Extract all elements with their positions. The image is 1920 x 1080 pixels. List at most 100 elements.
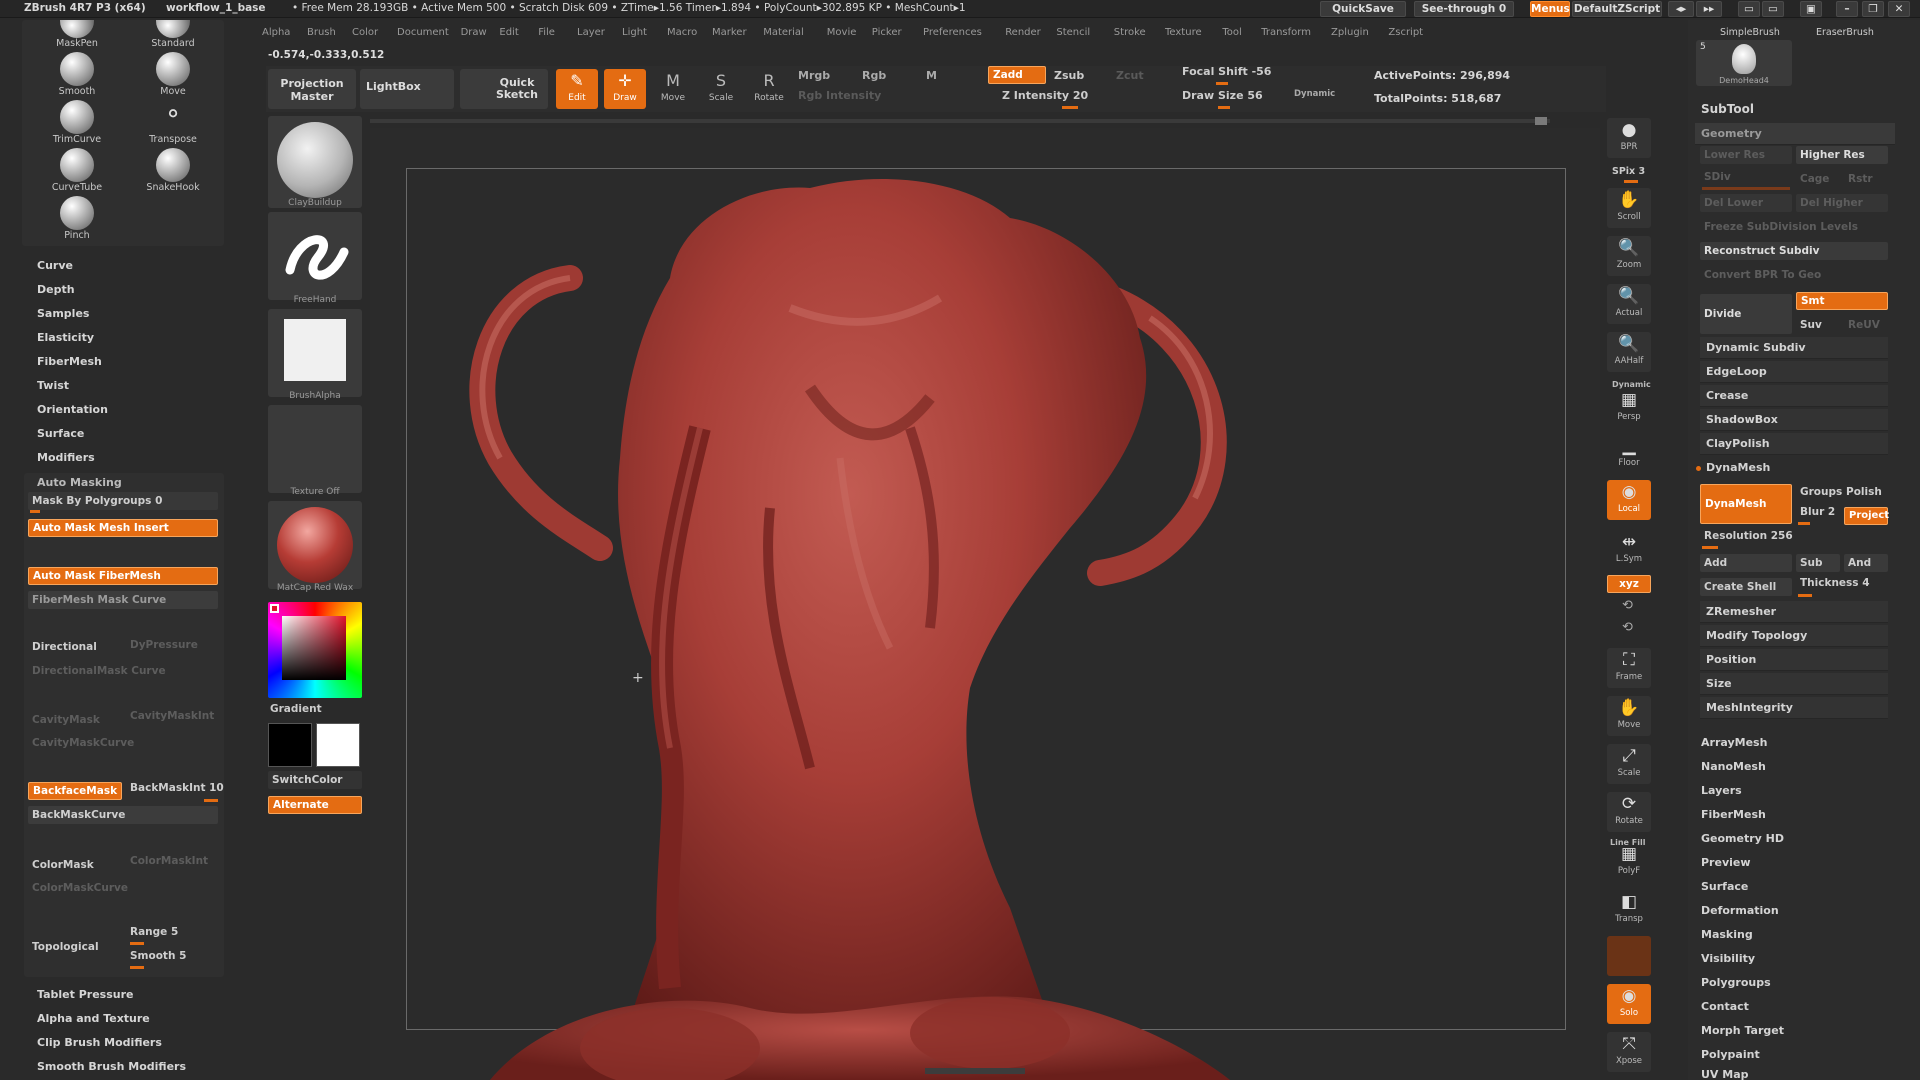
freeze-subdivision-button[interactable]: Freeze SubDivision Levels: [1700, 218, 1888, 236]
rgb-intensity-slider[interactable]: Rgb Intensity: [798, 89, 881, 102]
menu-macro[interactable]: Macro: [667, 27, 697, 38]
layout-b-icon[interactable]: ▭: [1762, 1, 1784, 17]
backmask-curve[interactable]: BackMaskCurve: [28, 806, 218, 824]
colormask-toggle[interactable]: ColorMask: [28, 856, 124, 874]
canvas-area[interactable]: +: [370, 128, 1600, 1080]
top-scrollbar[interactable]: [370, 119, 1550, 123]
auto-masking-header[interactable]: Auto Masking: [37, 476, 122, 489]
edit-button[interactable]: ✎ Edit: [556, 69, 598, 109]
maximize-icon[interactable]: ❐: [1862, 1, 1884, 17]
color-picker-wheel[interactable]: [268, 602, 362, 698]
default-zscript-button[interactable]: DefaultZScript: [1572, 1, 1662, 17]
menu-smooth-brush-modifiers[interactable]: Smooth Brush Modifiers: [37, 1060, 186, 1073]
polyf-button[interactable]: ▦ PolyF: [1607, 842, 1651, 882]
main-color-swatch[interactable]: [268, 723, 312, 767]
brush-trimcurve[interactable]: TrimCurve: [32, 100, 122, 145]
blur-slider[interactable]: Blur 2: [1796, 503, 1844, 521]
stroke-thumb[interactable]: [268, 212, 362, 300]
cage-button[interactable]: Cage: [1796, 170, 1840, 188]
create-shell-button[interactable]: Create Shell: [1700, 578, 1792, 596]
geometry-hd-section[interactable]: Geometry HD: [1695, 828, 1895, 850]
close-icon[interactable]: ✕: [1888, 1, 1910, 17]
dynamic-toggle[interactable]: Dynamic: [1294, 89, 1335, 99]
zoom-button[interactable]: 🔍 Zoom: [1607, 236, 1651, 276]
morph-target-section[interactable]: Morph Target: [1695, 1020, 1895, 1042]
menu-brush[interactable]: Brush: [307, 27, 336, 38]
menu-file[interactable]: File: [538, 27, 555, 38]
menu-orientation[interactable]: Orientation: [37, 403, 108, 416]
cavity-mask-int-slider[interactable]: CavityMaskInt: [126, 707, 218, 725]
rotate-button[interactable]: R Rotate: [748, 69, 790, 109]
reconstruct-subdiv-button[interactable]: Reconstruct Subdiv: [1700, 242, 1888, 260]
position-section[interactable]: Position: [1700, 649, 1888, 671]
menu-color[interactable]: Color: [352, 27, 378, 38]
brush-smooth[interactable]: Smooth: [32, 52, 122, 97]
menu-stencil[interactable]: Stencil: [1056, 27, 1090, 38]
menu-surface[interactable]: Surface: [37, 427, 84, 440]
brush-pinch[interactable]: Pinch: [32, 196, 122, 241]
shadowbox-section[interactable]: ShadowBox: [1700, 409, 1888, 431]
preview-section[interactable]: Preview: [1695, 852, 1895, 874]
geometry-section-header[interactable]: Geometry: [1695, 123, 1895, 145]
menu-clip-brush-modifiers[interactable]: Clip Brush Modifiers: [37, 1036, 162, 1049]
actual-button[interactable]: 🔍 Actual: [1607, 284, 1651, 324]
directional-toggle[interactable]: Directional: [28, 638, 124, 656]
menu-alpha-texture[interactable]: Alpha and Texture: [37, 1012, 150, 1025]
lower-res-button[interactable]: Lower Res: [1700, 146, 1792, 164]
xpose-button[interactable]: ⤧ Xpose: [1607, 1032, 1651, 1072]
layers-section[interactable]: Layers: [1695, 780, 1895, 802]
focal-shift-slider[interactable]: Focal Shift -56: [1182, 65, 1271, 78]
size-section[interactable]: Size: [1700, 673, 1888, 695]
bottom-tray-handle[interactable]: [925, 1068, 1025, 1074]
layout-prev-icon[interactable]: ◂▸: [1668, 1, 1694, 17]
dynamic-subdiv-section[interactable]: Dynamic Subdiv: [1700, 337, 1888, 359]
draw-button[interactable]: ✛ Draw: [604, 69, 646, 109]
divide-button[interactable]: Divide: [1700, 294, 1792, 334]
frame-button[interactable]: ⛶ Frame: [1607, 648, 1651, 688]
current-brush-thumb[interactable]: [268, 116, 362, 208]
menu-elasticity[interactable]: Elasticity: [37, 331, 94, 344]
top-scrollbar-thumb[interactable]: [1535, 117, 1547, 125]
fibermesh-section[interactable]: FiberMesh: [1695, 804, 1895, 826]
brush-move[interactable]: Move: [128, 52, 218, 97]
resolution-slider[interactable]: Resolution 256: [1700, 527, 1888, 545]
ghost-button[interactable]: [1607, 936, 1651, 976]
surface-section[interactable]: Surface: [1695, 876, 1895, 898]
masking-section[interactable]: Masking: [1695, 924, 1895, 946]
menu-depth[interactable]: Depth: [37, 283, 75, 296]
simplebrush-tool[interactable]: SimpleBrush: [1720, 27, 1780, 38]
sdiv-slider[interactable]: SDiv: [1700, 168, 1792, 186]
menu-modifiers[interactable]: Modifiers: [37, 451, 95, 464]
and-button[interactable]: And: [1844, 554, 1888, 572]
smt-toggle[interactable]: Smt: [1796, 292, 1888, 310]
menu-document[interactable]: Document: [397, 27, 449, 38]
solo-button[interactable]: ◉ Solo: [1607, 984, 1651, 1024]
polish-toggle[interactable]: Polish: [1842, 483, 1888, 501]
color-picker-square[interactable]: [282, 616, 346, 680]
suv-toggle[interactable]: Suv: [1796, 316, 1840, 334]
uv-map-section[interactable]: UV Map: [1695, 1066, 1895, 1080]
secondary-color-swatch[interactable]: [316, 723, 360, 767]
edgeloop-section[interactable]: EdgeLoop: [1700, 361, 1888, 383]
zremesher-section[interactable]: ZRemesher: [1700, 601, 1888, 623]
xyz-toggle[interactable]: xyz: [1607, 575, 1651, 593]
menu-light[interactable]: Light: [622, 27, 647, 38]
brush-transpose[interactable]: ⚬ Transpose: [128, 100, 218, 145]
menu-samples[interactable]: Samples: [37, 307, 89, 320]
directional-mask-curve[interactable]: DirectionalMask Curve: [28, 662, 218, 680]
menu-marker[interactable]: Marker: [712, 27, 747, 38]
menu-zscript[interactable]: Zscript: [1388, 27, 1423, 38]
dynamesh-button[interactable]: DynaMesh: [1700, 484, 1792, 524]
quick-sketch-button[interactable]: Quick Sketch: [460, 69, 548, 109]
minimize-icon[interactable]: –: [1836, 1, 1858, 17]
menu-zplugin[interactable]: Zplugin: [1331, 27, 1369, 38]
alpha-thumb[interactable]: [268, 309, 362, 397]
colormask-int-slider[interactable]: ColorMaskInt: [126, 852, 218, 870]
persp-button[interactable]: ▦ Persp: [1607, 388, 1651, 428]
cavity-mask-curve[interactable]: CavityMaskCurve: [28, 734, 218, 752]
zsub-toggle[interactable]: Zsub: [1054, 69, 1084, 82]
menu-stroke[interactable]: Stroke: [1114, 27, 1146, 38]
brush-snakehook[interactable]: SnakeHook: [128, 148, 218, 193]
zcut-toggle[interactable]: Zcut: [1116, 69, 1144, 82]
colormask-curve[interactable]: ColorMaskCurve: [28, 879, 218, 897]
